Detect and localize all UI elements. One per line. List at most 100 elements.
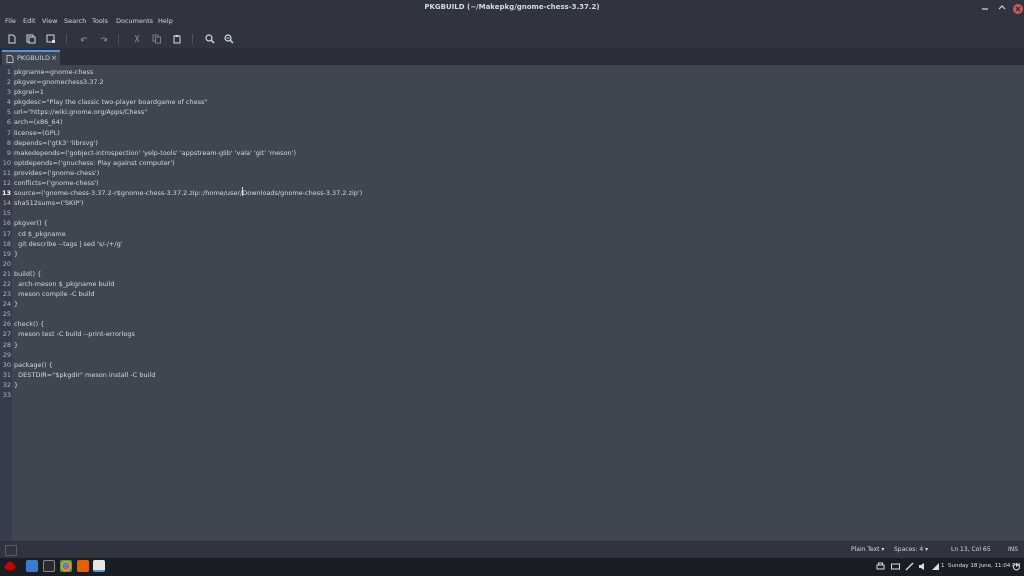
firefox-browser-icon[interactable] xyxy=(77,560,89,572)
workspace-indicator[interactable]: 1 xyxy=(941,563,945,569)
line-text[interactable]: check() { xyxy=(14,319,44,329)
code-line[interactable]: 9 makedepends=('gobject-introspection' 'y… xyxy=(0,148,1024,158)
code-line[interactable]: 26 check() { xyxy=(0,319,1024,329)
code-line[interactable]: 14 sha512sums=('SKIP') xyxy=(0,198,1024,208)
menu-documents[interactable]: Documents xyxy=(116,15,153,27)
line-text[interactable]: makedepends=('gobject-introspection' 'ye… xyxy=(14,148,296,158)
line-text[interactable]: url="https://wiki.gnome.org/Apps/Chess" xyxy=(14,107,147,117)
undo-button[interactable] xyxy=(77,32,91,46)
line-text[interactable]: license=(GPL) xyxy=(14,128,60,138)
line-text[interactable]: arch=(x86_64) xyxy=(14,117,62,127)
code-line[interactable]: 7 license=(GPL) xyxy=(0,128,1024,138)
line-text[interactable]: optdepends=('gnuchess: Play against comp… xyxy=(14,158,175,168)
code-line[interactable]: 3 pkgrel=1 xyxy=(0,87,1024,97)
code-line[interactable]: 13 source=('gnome-chess-3.37.2-r$gnome-ch… xyxy=(0,188,1024,198)
line-text[interactable]: package() { xyxy=(14,360,53,370)
line-text[interactable]: conflicts=('gnome-chess') xyxy=(14,178,99,188)
line-text[interactable]: pkgver=gnomechess3.37.2 xyxy=(14,77,104,87)
code-line[interactable]: 11 provides=('gnome-chess') xyxy=(0,168,1024,178)
code-line[interactable]: 32} xyxy=(0,380,1024,390)
line-text[interactable]: DESTDIR="$pkgdir" meson install -C build xyxy=(14,370,155,380)
settings-tool-icon[interactable] xyxy=(905,562,914,571)
code-line[interactable]: 4 pkgdesc="Play the classic two-player bo… xyxy=(0,97,1024,107)
menu-tools[interactable]: Tools xyxy=(92,15,108,27)
line-text[interactable]: build() { xyxy=(14,269,41,279)
volume-icon[interactable] xyxy=(918,562,927,571)
maximize-icon[interactable] xyxy=(997,3,1007,13)
code-line[interactable]: 15 xyxy=(0,208,1024,218)
code-line[interactable]: 22 arch-meson $_pkgname build xyxy=(0,279,1024,289)
line-text[interactable]: depends=('gtk3' 'librsvg') xyxy=(14,138,98,148)
line-text[interactable]: pkgname=gnome-chess xyxy=(14,67,93,77)
menu-help[interactable]: Help xyxy=(158,15,173,27)
menu-search[interactable]: Search xyxy=(64,15,86,27)
find-button[interactable] xyxy=(203,32,217,46)
line-text[interactable]: } xyxy=(14,340,18,350)
line-text[interactable]: provides=('gnome-chess') xyxy=(14,168,99,178)
open-file-button[interactable] xyxy=(24,32,38,46)
network-icon[interactable] xyxy=(931,562,940,571)
code-line[interactable]: 10 optdepends=('gnuchess: Play against co… xyxy=(0,158,1024,168)
line-text[interactable]: meson test -C build --print-errorlogs xyxy=(14,329,135,339)
code-line[interactable]: 29 xyxy=(0,350,1024,360)
line-text[interactable]: sha512sums=('SKIP') xyxy=(14,198,83,208)
code-line[interactable]: 31 DESTDIR="$pkgdir" meson install -C bu… xyxy=(0,370,1024,380)
code-line[interactable]: 27 meson test -C build --print-errorlogs xyxy=(0,329,1024,339)
code-line[interactable]: 25 xyxy=(0,309,1024,319)
menu-edit[interactable]: Edit xyxy=(23,15,36,27)
code-line[interactable]: 2 pkgver=gnomechess3.37.2 xyxy=(0,77,1024,87)
language-selector[interactable]: Plain Text ▾ xyxy=(851,546,884,553)
clock[interactable]: Sunday 18 June, 11:04 PM xyxy=(948,563,1020,569)
code-line[interactable]: 33 xyxy=(0,390,1024,400)
copy-button[interactable] xyxy=(150,32,164,46)
minimize-icon[interactable] xyxy=(980,3,990,13)
cut-button[interactable] xyxy=(130,32,144,46)
code-line[interactable]: 28} xyxy=(0,340,1024,350)
printer-icon[interactable] xyxy=(876,562,885,571)
menu-file[interactable]: File xyxy=(5,15,16,27)
redo-button[interactable] xyxy=(97,32,111,46)
line-text[interactable]: pkgrel=1 xyxy=(14,87,44,97)
code-line[interactable]: 5 url="https://wiki.gnome.org/Apps/Chess" xyxy=(0,107,1024,117)
line-text[interactable]: meson compile -C build xyxy=(14,289,95,299)
line-text[interactable]: git describe --tags | sed 's/-/+/g' xyxy=(14,239,122,249)
save-file-button[interactable] xyxy=(44,32,58,46)
keyboard-icon[interactable] xyxy=(891,562,900,571)
menu-view[interactable]: View xyxy=(42,15,57,27)
tab-pkgbuild[interactable]: PKGBUILD × xyxy=(2,50,60,65)
side-panel-toggle-button[interactable] xyxy=(5,545,17,556)
code-area[interactable]: 1 pkgname=gnome-chess 2 pkgver=gnomechess3.… xyxy=(0,67,1024,400)
chrome-browser-icon[interactable] xyxy=(60,560,72,572)
line-text[interactable]: pkgver() { xyxy=(14,218,48,228)
code-line[interactable]: 21 build() { xyxy=(0,269,1024,279)
line-text[interactable]: pkgdesc="Play the classic two-player boa… xyxy=(14,97,207,107)
code-line[interactable]: 17 cd $_pkgname xyxy=(0,229,1024,239)
code-line[interactable]: 30 package() { xyxy=(0,360,1024,370)
line-text[interactable]: arch-meson $_pkgname build xyxy=(14,279,114,289)
code-line[interactable]: 16 pkgver() { xyxy=(0,218,1024,228)
tab-width-selector[interactable]: Spaces: 4 ▾ xyxy=(894,546,928,553)
line-text[interactable]: cd $_pkgname xyxy=(14,229,66,239)
code-line[interactable]: 20 xyxy=(0,259,1024,269)
line-text[interactable]: } xyxy=(14,380,18,390)
distro-logo-icon[interactable] xyxy=(4,560,16,572)
file-manager-icon[interactable] xyxy=(26,560,38,572)
code-line[interactable]: 18 git describe --tags | sed 's/-/+/g' xyxy=(0,239,1024,249)
new-file-button[interactable] xyxy=(5,32,19,46)
code-line[interactable]: 1 pkgname=gnome-chess xyxy=(0,67,1024,77)
tab-close-icon[interactable]: × xyxy=(51,54,57,63)
line-text[interactable]: source=('gnome-chess-3.37.2-r$gnome-ches… xyxy=(14,188,362,198)
power-icon[interactable] xyxy=(1012,562,1021,571)
paste-button[interactable] xyxy=(170,32,184,46)
code-line[interactable]: 19} xyxy=(0,249,1024,259)
text-editor-app-icon[interactable] xyxy=(93,560,105,572)
terminal-icon[interactable] xyxy=(43,560,55,572)
code-line[interactable]: 24} xyxy=(0,299,1024,309)
code-line[interactable]: 8 depends=('gtk3' 'librsvg') xyxy=(0,138,1024,148)
code-line[interactable]: 6 arch=(x86_64) xyxy=(0,117,1024,127)
line-text[interactable]: } xyxy=(14,249,18,259)
find-replace-button[interactable] xyxy=(222,32,236,46)
text-editor[interactable]: 1 pkgname=gnome-chess 2 pkgver=gnomechess3.… xyxy=(0,65,1024,541)
code-line[interactable]: 12 conflicts=('gnome-chess') xyxy=(0,178,1024,188)
close-window-icon[interactable] xyxy=(1013,4,1023,14)
